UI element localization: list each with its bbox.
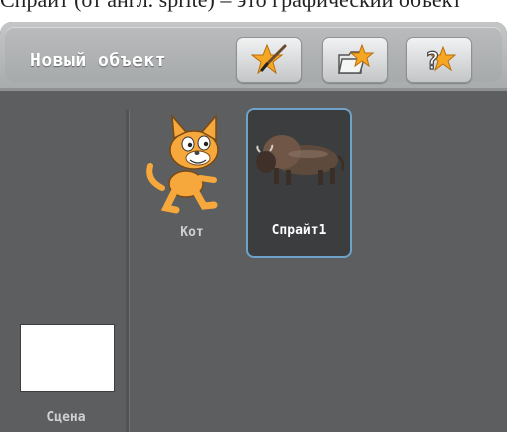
folder-star-icon <box>338 43 375 74</box>
svg-text:?: ? <box>425 47 439 75</box>
paint-new-sprite-icon <box>251 43 287 75</box>
surprise-sprite-icon: ? <box>424 45 457 76</box>
new-sprite-title: Новый объект <box>30 50 167 71</box>
sprite-item-cat[interactable]: Кот <box>144 110 240 240</box>
document-text-fragment: Спрайт (от англ. sprite) – это графическ… <box>0 0 507 24</box>
bison-sprite-icon <box>256 135 345 185</box>
surprise-sprite-button[interactable]: ? <box>406 37 472 83</box>
document-text: Спрайт (от англ. sprite) – это графическ… <box>0 0 462 13</box>
sprite-label-sprite1: Спрайт1 <box>271 223 327 238</box>
paint-new-sprite-button[interactable] <box>236 37 302 83</box>
stage-label: Сцена <box>46 410 86 425</box>
sprite-item-sprite1[interactable]: Спрайт1 <box>246 108 352 258</box>
sprite-label-cat: Кот <box>180 225 204 240</box>
open-sprite-file-button[interactable] <box>322 37 388 83</box>
new-sprite-toolbar: Новый объект ? <box>0 22 507 91</box>
cat-sprite-icon <box>146 113 219 214</box>
sprite-list-panel: Новый объект ? Сцена Кот Спрайт1 <box>0 22 507 432</box>
stage-thumbnail[interactable] <box>20 324 115 392</box>
sidebar-divider <box>126 110 130 432</box>
